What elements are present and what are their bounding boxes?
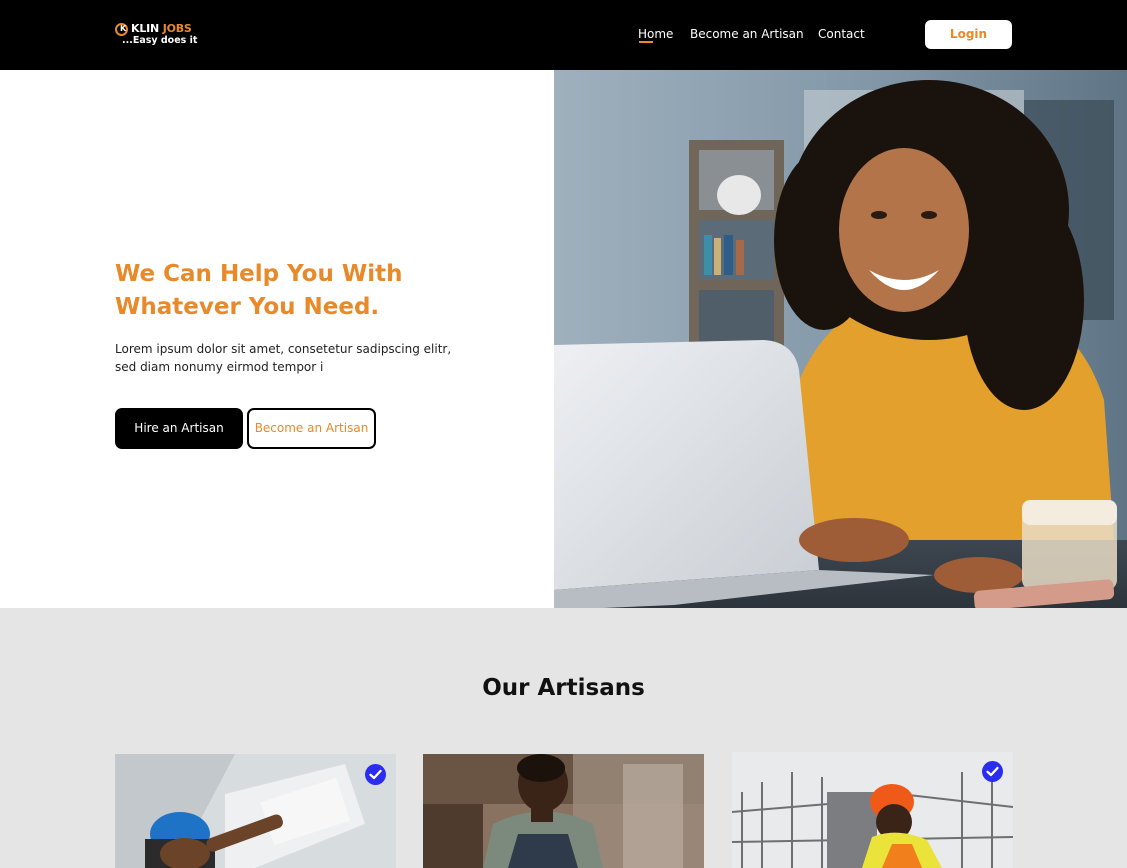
nav-become-artisan[interactable]: Become an Artisan [690, 27, 804, 41]
artisans-title: Our Artisans [482, 675, 645, 701]
brand-tagline: ...Easy does it [122, 35, 198, 46]
woman-laptop-illustration [554, 70, 1127, 611]
ac-technician-photo [115, 754, 396, 868]
hero-subtitle: Lorem ipsum dolor sit amet, consetetur s… [115, 342, 452, 374]
verified-badge-icon [365, 764, 386, 785]
artisan-card[interactable] [115, 754, 396, 868]
nav-active-indicator [639, 41, 653, 43]
brand-logo[interactable]: K KLIN JOBS ...Easy does it [115, 22, 205, 50]
nav-contact[interactable]: Contact [818, 27, 865, 41]
verified-badge-icon [982, 761, 1003, 782]
hero-title: We Can Help You With Whatever You Need. [115, 261, 403, 320]
artisan-card[interactable] [423, 754, 704, 868]
hero-content [0, 70, 554, 608]
electrician-photo [732, 752, 1013, 868]
hire-artisan-button[interactable]: Hire an Artisan [115, 408, 243, 449]
hero-image [554, 70, 1127, 611]
woodworker-photo [423, 754, 704, 868]
login-button[interactable]: Login [925, 20, 1012, 49]
artisan-card[interactable] [732, 752, 1013, 868]
become-artisan-button[interactable]: Become an Artisan [247, 408, 376, 449]
nav-home[interactable]: Home [638, 27, 673, 41]
brand-name: KLIN JOBS [131, 22, 192, 35]
site-header: K KLIN JOBS ...Easy does it Home Become … [0, 0, 1127, 70]
